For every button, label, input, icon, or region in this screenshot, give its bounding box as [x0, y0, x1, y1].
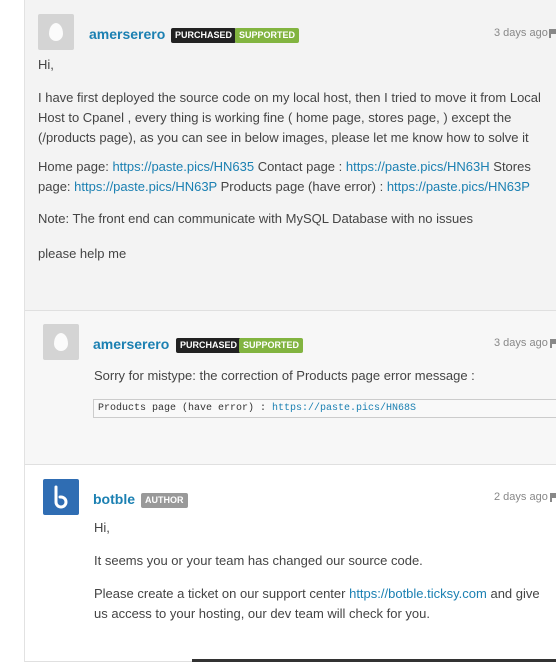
placeholder-avatar-icon [54, 333, 68, 351]
username-link[interactable]: amerserero [93, 336, 169, 352]
products-page-label: Products page (have error) : [217, 179, 387, 194]
reply-comment: amerserero PURCHASED SUPPORTED 3 days ag… [25, 311, 556, 465]
left-gutter [0, 0, 25, 662]
timestamp: 3 days ago [494, 337, 548, 349]
comment-paragraph: It seems you or your team has changed ou… [94, 553, 423, 568]
support-center-link[interactable]: https://botble.ticksy.com [349, 586, 487, 601]
timestamp: 2 days ago [494, 491, 548, 503]
support-paragraph: Please create a ticket on our support ce… [94, 584, 552, 624]
flag-icon[interactable] [550, 493, 556, 502]
comment-paragraph: I have first deployed the source code on… [38, 90, 541, 145]
comment-greeting: Hi, [94, 520, 110, 535]
home-page-link[interactable]: https://paste.pics/HN635 [112, 159, 254, 174]
support-text-pre: Please create a ticket on our support ce… [94, 586, 350, 601]
username-link[interactable]: botble [93, 491, 135, 507]
botble-logo-icon [54, 485, 68, 509]
links-paragraph: Home page: https://paste.pics/HN635 Cont… [38, 157, 556, 197]
author-avatar[interactable] [43, 479, 79, 515]
code-label: Products page (have error) : [98, 403, 273, 414]
stores-page-link[interactable]: https://paste.pics/HN63P [74, 179, 217, 194]
flag-icon[interactable] [549, 29, 556, 38]
user-avatar[interactable] [38, 14, 74, 50]
supported-badge: SUPPORTED [239, 338, 304, 353]
comment-greeting: Hi, [38, 57, 54, 72]
placeholder-avatar-icon [49, 23, 63, 41]
comment: amerserero PURCHASED SUPPORTED 3 days ag… [25, 0, 556, 311]
supported-badge: SUPPORTED [235, 28, 300, 43]
timestamp: 3 days ago [494, 27, 548, 39]
author-badge: AUTHOR [141, 493, 188, 508]
home-page-label: Home page: [38, 159, 113, 174]
username-link[interactable]: amerserero [89, 26, 165, 42]
user-avatar[interactable] [43, 324, 79, 360]
contact-page-label: Contact page : [254, 159, 346, 174]
flag-icon[interactable] [550, 339, 556, 348]
note-paragraph: Note: The front end can communicate with… [38, 211, 473, 226]
comment-text: Sorry for mistype: the correction of Pro… [94, 368, 475, 383]
author-reply: botble AUTHOR 2 days ago Hi, It seems yo… [25, 465, 556, 662]
closing-paragraph: please help me [38, 246, 127, 261]
purchased-badge: PURCHASED [171, 28, 237, 43]
purchased-badge: PURCHASED [176, 338, 242, 353]
code-link[interactable]: https://paste.pics/HN68S [272, 403, 416, 414]
products-page-link[interactable]: https://paste.pics/HN63P [387, 179, 530, 194]
contact-page-link[interactable]: https://paste.pics/HN63H [346, 159, 490, 174]
comment-thread: amerserero PURCHASED SUPPORTED 3 days ag… [25, 0, 556, 662]
code-block: Products page (have error) : https://pas… [93, 399, 556, 418]
